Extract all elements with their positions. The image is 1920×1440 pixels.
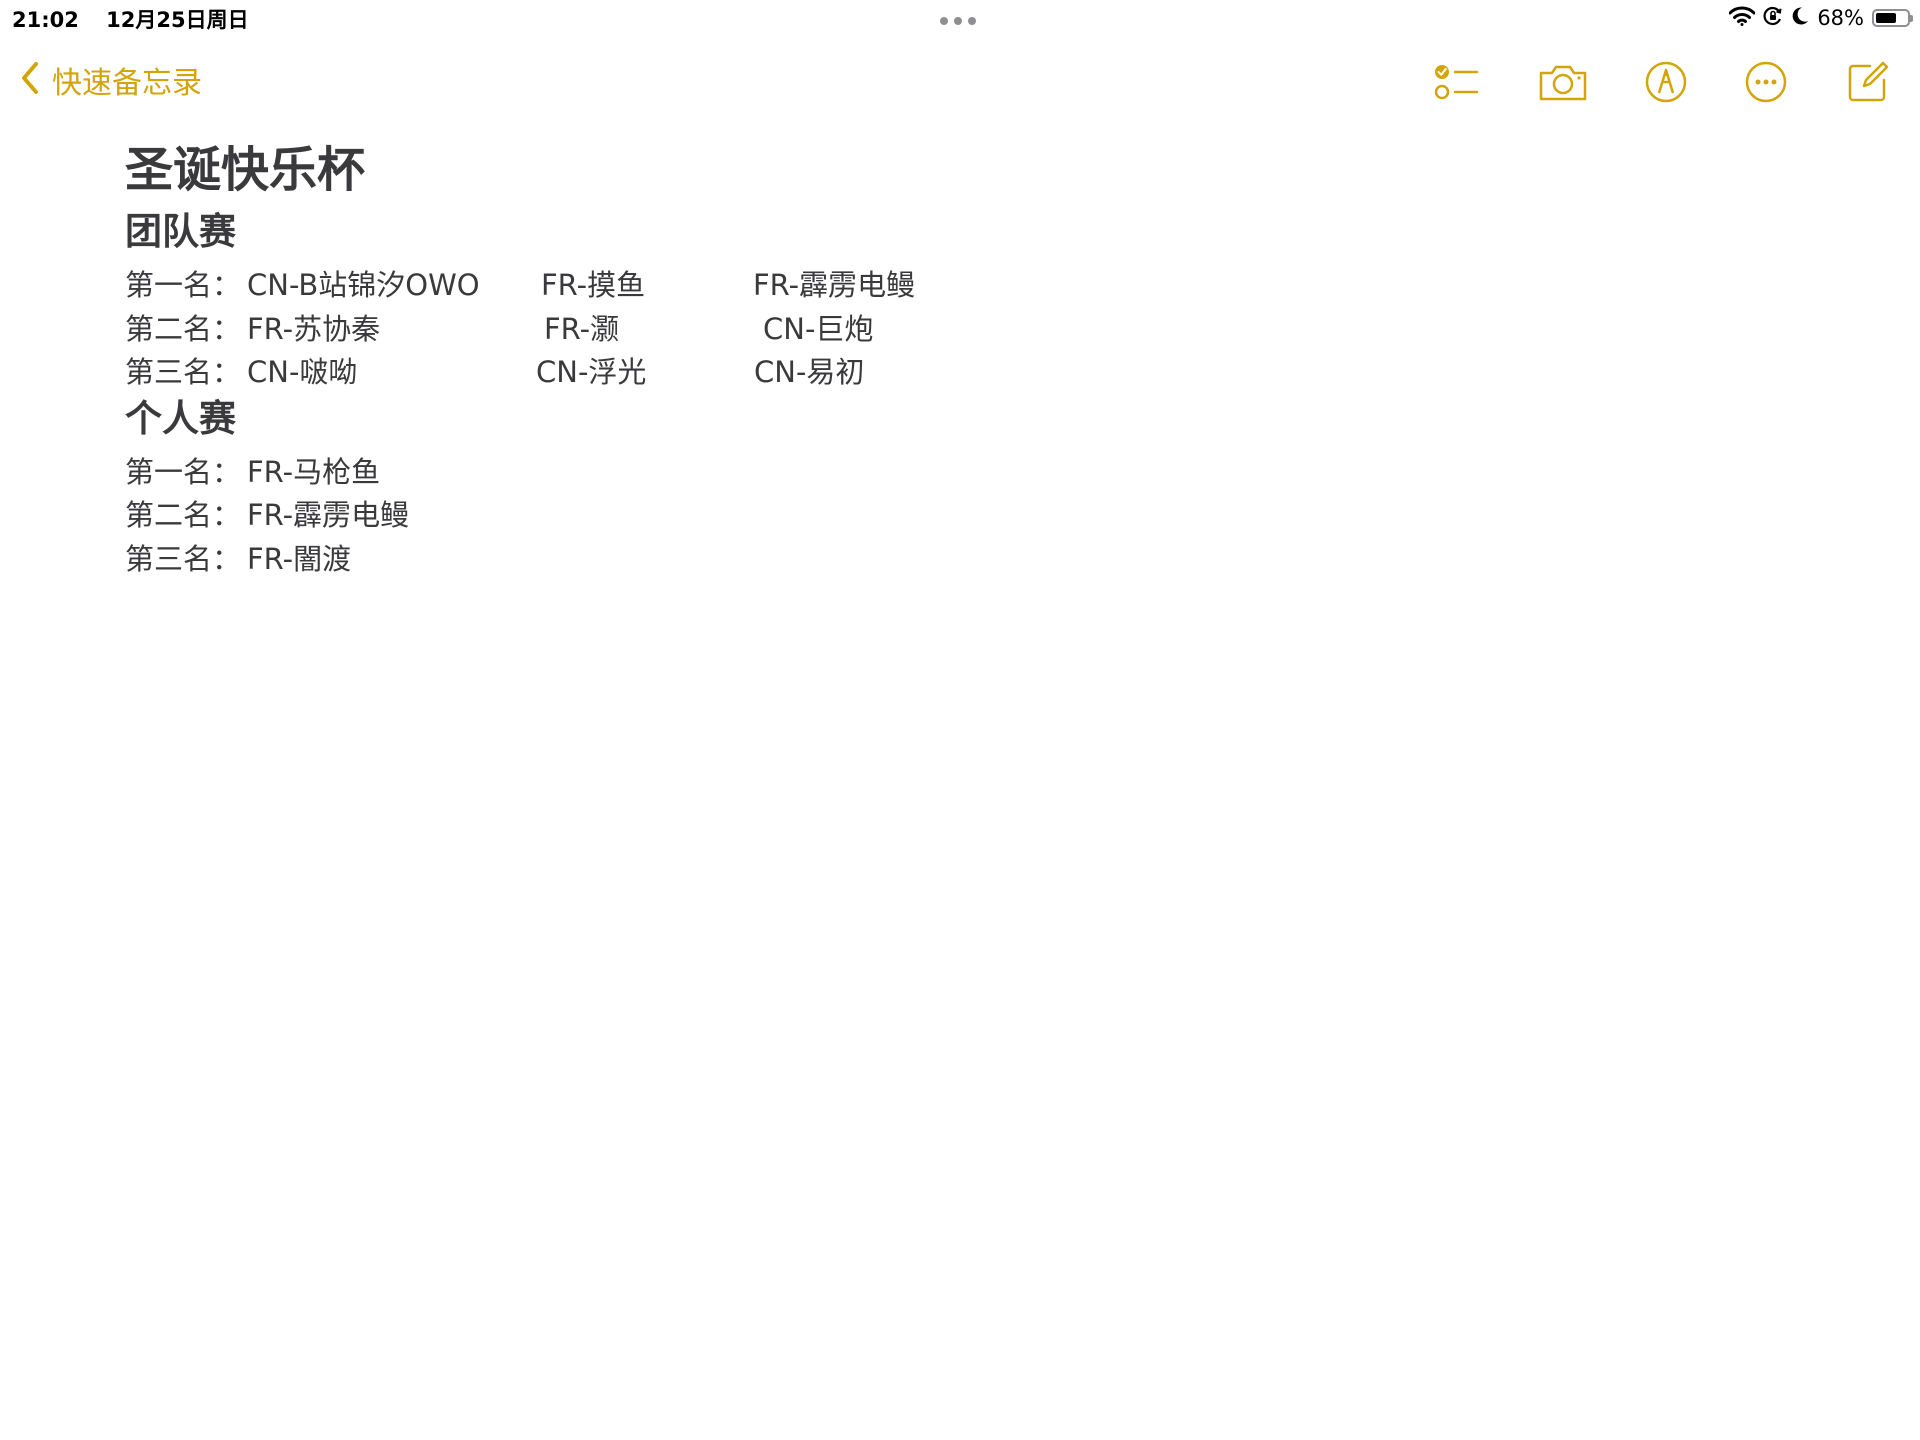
more-button[interactable] bbox=[1740, 56, 1792, 108]
camera-icon bbox=[1538, 62, 1588, 102]
individual-result-row-1: 第一名： FR-马枪鱼 bbox=[125, 447, 1825, 491]
team-member: FR-苏协秦 bbox=[247, 311, 381, 346]
compose-icon bbox=[1846, 60, 1890, 104]
team-result-row-1: 第一名： CN-B站锦汐OWO FR-摸鱼 FR-霹雳电鳗 bbox=[125, 260, 1825, 304]
chevron-left-icon bbox=[20, 61, 40, 99]
individual-result-row-3: 第三名： FR-闇渡 bbox=[125, 534, 1825, 578]
note-title: 圣诞快乐杯 bbox=[125, 142, 366, 198]
team-member: FR-霹雳电鳗 bbox=[753, 268, 916, 302]
camera-button[interactable] bbox=[1537, 56, 1589, 108]
rank-label: 第三名： bbox=[125, 355, 242, 389]
rank-label: 第二名： bbox=[125, 311, 242, 346]
orientation-lock-icon bbox=[1763, 6, 1783, 30]
more-icon bbox=[1744, 60, 1788, 104]
team-result-row-3: 第三名： CN-啵呦 CN-浮光 CN-易初 bbox=[125, 347, 1825, 391]
battery-level-fill bbox=[1876, 13, 1896, 23]
checklist-icon bbox=[1433, 62, 1479, 102]
player-name: FR-闇渡 bbox=[247, 541, 352, 576]
back-button[interactable]: 快速备忘录 bbox=[20, 58, 202, 102]
individual-result-row-2: 第二名： FR-霹雳电鳗 bbox=[125, 490, 1825, 534]
multitasking-menu-icon[interactable] bbox=[940, 17, 976, 25]
status-bar: 21:02 12月25日周日 68% bbox=[0, 0, 1920, 36]
back-label: 快速备忘录 bbox=[52, 66, 202, 101]
player-name: FR-马枪鱼 bbox=[247, 454, 381, 489]
rank-label: 第三名： bbox=[125, 541, 242, 576]
player-name: FR-霹雳电鳗 bbox=[247, 498, 410, 532]
markup-icon bbox=[1644, 60, 1688, 104]
markup-button[interactable] bbox=[1640, 56, 1692, 108]
team-member: CN-易初 bbox=[754, 355, 865, 389]
wifi-icon bbox=[1728, 6, 1756, 30]
rank-label: 第二名： bbox=[125, 498, 242, 532]
rank-label: 第一名： bbox=[125, 454, 242, 489]
team-member: CN-巨炮 bbox=[763, 311, 874, 346]
checklist-button[interactable] bbox=[1430, 56, 1482, 108]
team-member: CN-B站锦汐OWO bbox=[247, 268, 480, 302]
compose-button[interactable] bbox=[1842, 56, 1894, 108]
status-indicators: 68% bbox=[1728, 4, 1913, 32]
status-datetime: 21:02 12月25日周日 bbox=[12, 4, 249, 34]
battery-icon bbox=[1872, 9, 1913, 27]
team-member: FR-摸鱼 bbox=[541, 268, 646, 302]
moon-icon bbox=[1791, 6, 1809, 30]
team-member: FR-灏 bbox=[544, 311, 620, 346]
section-heading-team: 团队赛 bbox=[125, 210, 236, 253]
status-time: 21:02 bbox=[12, 8, 79, 32]
team-result-row-2: 第二名： FR-苏协秦 FR-灏 CN-巨炮 bbox=[125, 304, 1825, 348]
team-member: CN-啵呦 bbox=[247, 355, 358, 389]
battery-percent: 68% bbox=[1817, 6, 1864, 30]
status-date: 12月25日周日 bbox=[106, 8, 249, 32]
rank-label: 第一名： bbox=[125, 268, 242, 302]
notes-toolbar: 快速备忘录 bbox=[0, 44, 1920, 118]
team-member: CN-浮光 bbox=[536, 355, 647, 389]
note-editor[interactable]: 圣诞快乐杯 团队赛 第一名： CN-B站锦汐OWO FR-摸鱼 FR-霹雳电鳗 … bbox=[125, 134, 1825, 577]
section-heading-individual: 个人赛 bbox=[125, 396, 236, 440]
